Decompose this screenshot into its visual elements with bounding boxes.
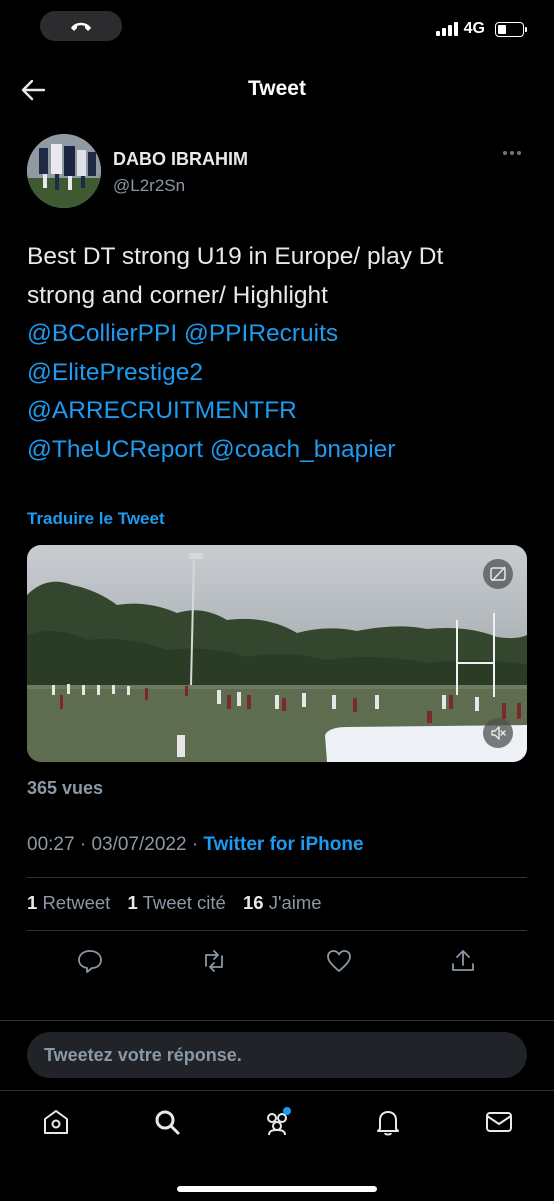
author-handle[interactable]: @L2r2Sn bbox=[113, 176, 185, 196]
tweet-author: DABO IBRAHIM @L2r2Sn bbox=[27, 134, 527, 210]
tweet-actions bbox=[0, 940, 554, 984]
reply-input[interactable]: Tweetez votre réponse. bbox=[27, 1032, 527, 1078]
heart-icon bbox=[327, 950, 351, 972]
active-call-pill[interactable] bbox=[40, 11, 122, 41]
tweet-video[interactable] bbox=[27, 545, 527, 762]
tweet-source[interactable]: Twitter for iPhone bbox=[203, 834, 363, 855]
battery-icon bbox=[495, 21, 527, 37]
tweet-time: 00:27 bbox=[27, 834, 75, 855]
mute-button[interactable] bbox=[483, 718, 513, 748]
divider bbox=[27, 877, 527, 878]
top-nav: Tweet bbox=[0, 62, 554, 116]
tab-search[interactable] bbox=[150, 1105, 184, 1139]
like-button[interactable] bbox=[324, 946, 354, 976]
mention-link[interactable]: @ARRECRUITMENTFR bbox=[27, 397, 297, 424]
quotes-stat[interactable]: 1 Tweet cité bbox=[127, 892, 225, 913]
more-horizontal-icon bbox=[503, 151, 507, 155]
more-options-button[interactable] bbox=[503, 148, 527, 158]
view-count: 365 vues bbox=[27, 778, 104, 798]
signal-icon bbox=[435, 22, 458, 36]
mention-link[interactable]: @coach_bnapier bbox=[210, 436, 396, 463]
mention-link[interactable]: @TheUCReport bbox=[27, 436, 203, 463]
home-indicator bbox=[177, 1186, 377, 1192]
reply-bar: Tweetez votre réponse. bbox=[0, 1020, 554, 1089]
tab-home[interactable] bbox=[39, 1105, 73, 1139]
battery-level bbox=[498, 24, 506, 34]
mention-link[interactable]: @PPIRecruits bbox=[184, 320, 338, 347]
tweet-text-line: strong and corner/ Highlight bbox=[27, 281, 328, 309]
reply-placeholder: Tweetez votre réponse. bbox=[44, 1044, 242, 1065]
communities-icon bbox=[267, 1107, 291, 1136]
retweets-stat[interactable]: 1 Retweet bbox=[27, 892, 110, 913]
status-indicators: 4G bbox=[435, 20, 527, 38]
likes-stat[interactable]: 16 J'aime bbox=[243, 892, 322, 913]
retweet-button[interactable] bbox=[199, 946, 229, 976]
bottom-tab-bar bbox=[0, 1090, 554, 1201]
reply-button[interactable] bbox=[75, 946, 105, 976]
network-type: 4G bbox=[463, 20, 485, 37]
search-icon bbox=[155, 1110, 180, 1135]
tweet-stats: 1 Retweet 1 Tweet cité 16 J'aime bbox=[27, 892, 334, 914]
page-title: Tweet bbox=[248, 77, 306, 100]
author-name[interactable]: DABO IBRAHIM bbox=[113, 149, 248, 170]
mention-link[interactable]: @ElitePrestige2 bbox=[27, 359, 203, 386]
home-icon bbox=[44, 1110, 68, 1134]
mention-link[interactable]: @BCollierPPI bbox=[27, 320, 177, 347]
messages-icon bbox=[486, 1112, 512, 1132]
retweet-icon bbox=[205, 950, 223, 972]
tweet-date: 03/07/2022 bbox=[91, 834, 187, 855]
tab-communities[interactable] bbox=[260, 1105, 294, 1139]
divider bbox=[27, 930, 527, 931]
share-button[interactable] bbox=[448, 946, 478, 976]
translate-tweet-link[interactable]: Traduire le Tweet bbox=[27, 509, 165, 529]
captions-button[interactable] bbox=[483, 559, 513, 589]
notifications-icon bbox=[377, 1111, 399, 1136]
captions-icon bbox=[490, 566, 506, 582]
avatar-image bbox=[27, 134, 101, 208]
tweet-text-line: Best DT strong U19 in Europe/ play Dt bbox=[27, 243, 444, 270]
status-bar: 4G bbox=[0, 0, 554, 56]
tab-messages[interactable] bbox=[482, 1105, 516, 1139]
comment-icon bbox=[78, 950, 102, 973]
share-icon bbox=[452, 950, 474, 971]
tweet-metadata: 00:27 · 03/07/2022 · Twitter for iPhone bbox=[27, 834, 364, 855]
phone-icon bbox=[71, 22, 91, 31]
volume-mute-icon bbox=[491, 726, 506, 740]
video-frame bbox=[27, 545, 527, 762]
tab-notifications[interactable] bbox=[371, 1105, 405, 1139]
avatar[interactable] bbox=[27, 134, 101, 208]
tweet-text: Best DT strong U19 in Europe/ play Dt st… bbox=[27, 238, 532, 469]
